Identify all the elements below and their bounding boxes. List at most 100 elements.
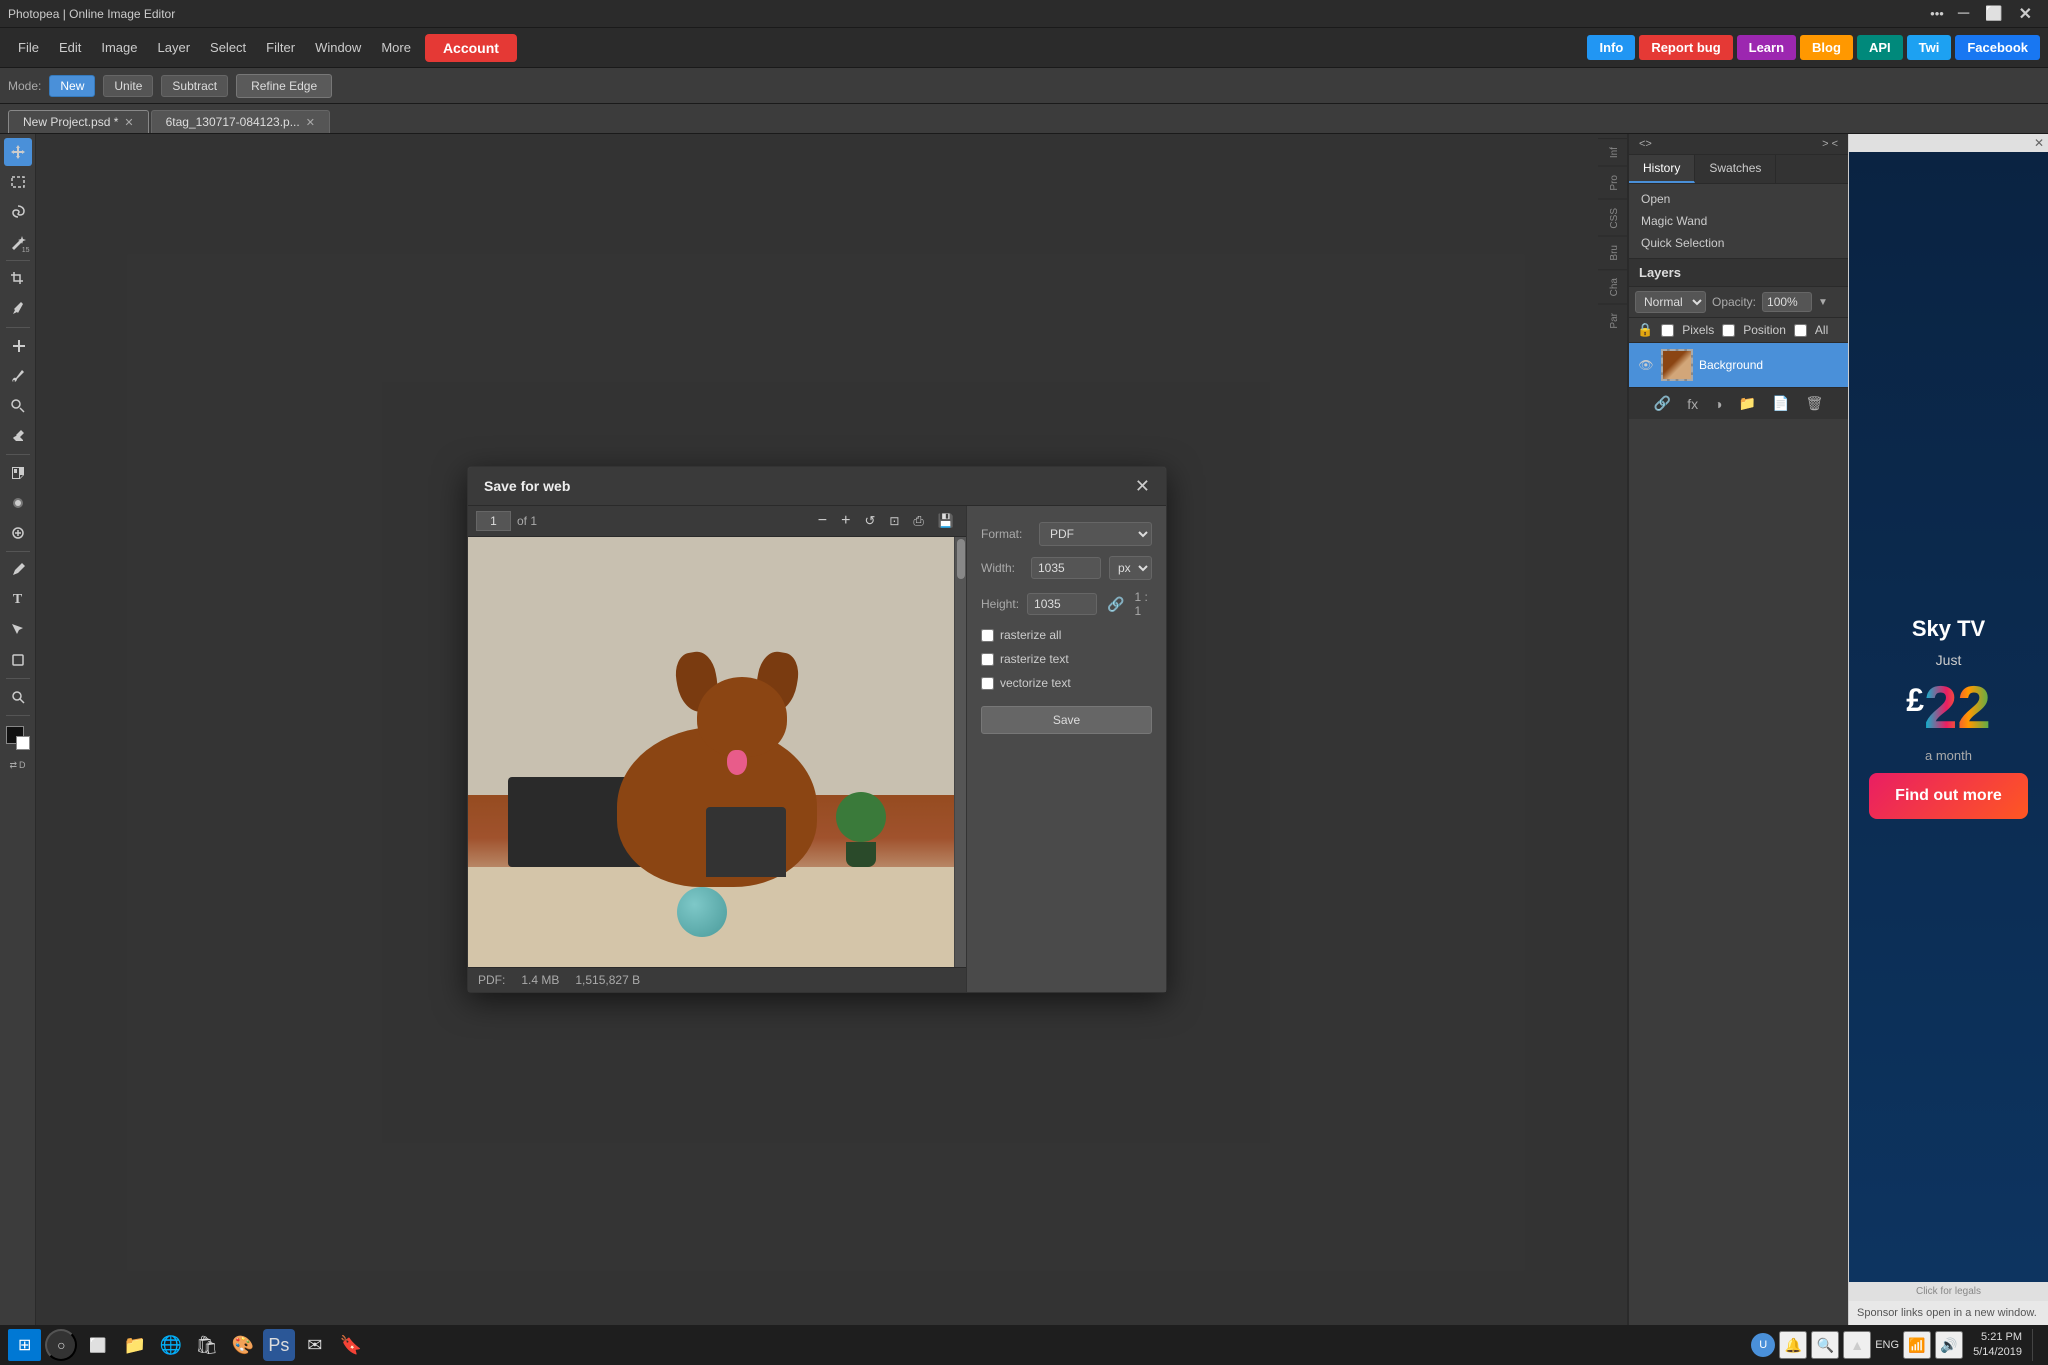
side-label-css[interactable]: CSS [1598, 199, 1627, 237]
menu-select[interactable]: Select [200, 36, 256, 59]
blur-tool[interactable] [4, 489, 32, 517]
lang-indicator[interactable]: ENG [1875, 1339, 1899, 1351]
vectorize-text-checkbox[interactable] [981, 677, 994, 690]
mode-new-button[interactable]: New [49, 75, 95, 97]
width-input[interactable] [1031, 557, 1101, 579]
zoom-out-btn[interactable]: − [814, 510, 831, 532]
zoom-tool[interactable] [4, 683, 32, 711]
mode-subtract-button[interactable]: Subtract [161, 75, 228, 97]
maximize-btn[interactable]: ⬜ [1977, 3, 2010, 24]
path-select-tool[interactable] [4, 616, 32, 644]
fit-btn[interactable]: ⊡ [885, 512, 903, 530]
eyedropper-tool[interactable] [4, 295, 32, 323]
network-btn[interactable]: 📶 [1903, 1331, 1931, 1359]
twitter-button[interactable]: Twi [1907, 35, 1952, 60]
eraser-tool[interactable] [4, 422, 32, 450]
side-label-par[interactable]: Par [1598, 304, 1627, 337]
mode-unite-button[interactable]: Unite [103, 75, 153, 97]
info-button[interactable]: Info [1587, 35, 1635, 60]
shape-tool[interactable] [4, 646, 32, 674]
rotate-btn[interactable]: ↺ [860, 511, 879, 531]
position-checkbox[interactable] [1722, 324, 1735, 337]
rasterize-text-checkbox[interactable] [981, 653, 994, 666]
tab-6tag-close[interactable]: ✕ [306, 116, 315, 129]
history-item-magic-wand[interactable]: Magic Wand [1629, 210, 1848, 232]
save-preview-btn[interactable]: 💾 [934, 511, 958, 531]
search-button[interactable]: ○ [45, 1329, 77, 1361]
default-colors[interactable]: D [19, 760, 26, 771]
layer-mask-btn[interactable]: ◑ [1710, 394, 1726, 414]
taskbar-browser[interactable]: 🌐 [155, 1329, 187, 1361]
close-btn[interactable]: ✕ [2011, 2, 2040, 26]
brush-tool[interactable] [4, 362, 32, 390]
clone-tool[interactable] [4, 392, 32, 420]
crop-tool[interactable] [4, 265, 32, 293]
account-button[interactable]: Account [425, 34, 517, 62]
layer-effects-btn[interactable]: fx [1683, 394, 1702, 414]
link-ratio-btn[interactable]: 🔗 [1107, 596, 1124, 613]
dialog-close-button[interactable]: ✕ [1135, 477, 1150, 495]
side-label-inf[interactable]: Inf [1598, 138, 1627, 166]
background-color[interactable] [16, 736, 30, 750]
tab-6tag[interactable]: 6tag_130717-084123.p... ✕ [151, 110, 330, 133]
menu-more[interactable]: More [371, 36, 421, 59]
show-desktop-btn[interactable] [2032, 1329, 2040, 1361]
arrow-btn[interactable]: ▲ [1843, 1331, 1871, 1359]
taskbar-mail[interactable]: ✉ [299, 1329, 331, 1361]
pen-tool[interactable] [4, 556, 32, 584]
heal-tool[interactable] [4, 332, 32, 360]
page-number-input[interactable] [476, 511, 511, 531]
start-button[interactable]: ⊞ [8, 1329, 41, 1361]
save-button[interactable]: Save [981, 706, 1152, 734]
menu-edit[interactable]: Edit [49, 36, 91, 59]
tab-new-project[interactable]: New Project.psd * ✕ [8, 110, 149, 133]
pixels-checkbox[interactable] [1661, 324, 1674, 337]
lasso-tool[interactable] [4, 198, 32, 226]
menu-image[interactable]: Image [91, 36, 147, 59]
opacity-arrow[interactable]: ▼ [1818, 297, 1828, 308]
link-layers-btn[interactable]: 🔗 [1650, 393, 1675, 414]
side-label-cha[interactable]: Cha [1598, 269, 1627, 304]
panel-collapse-left[interactable]: <> [1635, 136, 1656, 152]
menu-layer[interactable]: Layer [148, 36, 201, 59]
move-tool[interactable] [4, 138, 32, 166]
side-label-bru[interactable]: Bru [1598, 236, 1627, 269]
history-tab[interactable]: History [1629, 155, 1695, 183]
blend-mode-select[interactable]: Normal Multiply Screen [1635, 291, 1706, 313]
taskbar-file-explorer[interactable]: 📁 [119, 1329, 151, 1361]
menu-filter[interactable]: Filter [256, 36, 305, 59]
all-checkbox[interactable] [1794, 324, 1807, 337]
rect-select-tool[interactable] [4, 168, 32, 196]
menu-file[interactable]: File [8, 36, 49, 59]
blog-button[interactable]: Blog [1800, 35, 1853, 60]
rasterize-text-row[interactable]: rasterize text [981, 652, 1152, 666]
task-view-btn[interactable]: ⬜ [81, 1333, 114, 1358]
history-item-open[interactable]: Open [1629, 188, 1848, 210]
print-btn[interactable]: ⎙ [909, 511, 927, 531]
new-group-btn[interactable]: 📁 [1735, 393, 1760, 414]
rasterize-all-checkbox[interactable] [981, 629, 994, 642]
format-select[interactable]: PDF PNG JPEG [1039, 522, 1152, 546]
user-icon[interactable]: U [1751, 1333, 1775, 1357]
text-tool[interactable]: T [4, 586, 32, 614]
learn-button[interactable]: Learn [1737, 35, 1796, 60]
swatches-tab[interactable]: Swatches [1695, 155, 1776, 183]
more-options-btn[interactable]: ••• [1924, 4, 1950, 23]
history-item-quick-selection[interactable]: Quick Selection [1629, 232, 1848, 254]
panel-expand-right[interactable]: > < [1818, 136, 1842, 152]
magic-wand-tool[interactable]: 15 [4, 228, 32, 256]
api-button[interactable]: API [1857, 35, 1903, 60]
refine-edge-button[interactable]: Refine Edge [236, 74, 332, 98]
taskbar-unknown[interactable]: 🔖 [335, 1329, 367, 1361]
taskbar-store[interactable]: 🛍 [191, 1329, 223, 1361]
vectorize-text-row[interactable]: vectorize text [981, 676, 1152, 690]
report-bug-button[interactable]: Report bug [1639, 35, 1732, 60]
delete-layer-btn[interactable]: 🗑 [1801, 393, 1827, 414]
minimize-btn[interactable]: ─ [1950, 3, 1977, 25]
taskbar-color-picker[interactable]: 🎨 [227, 1329, 259, 1361]
tab-new-project-close[interactable]: ✕ [124, 116, 133, 129]
zoom-in-btn[interactable]: + [837, 510, 854, 532]
layer-item-background[interactable]: 👁 Background [1629, 343, 1848, 387]
notifications-btn[interactable]: 🔔 [1779, 1331, 1807, 1359]
rasterize-all-row[interactable]: rasterize all [981, 628, 1152, 642]
